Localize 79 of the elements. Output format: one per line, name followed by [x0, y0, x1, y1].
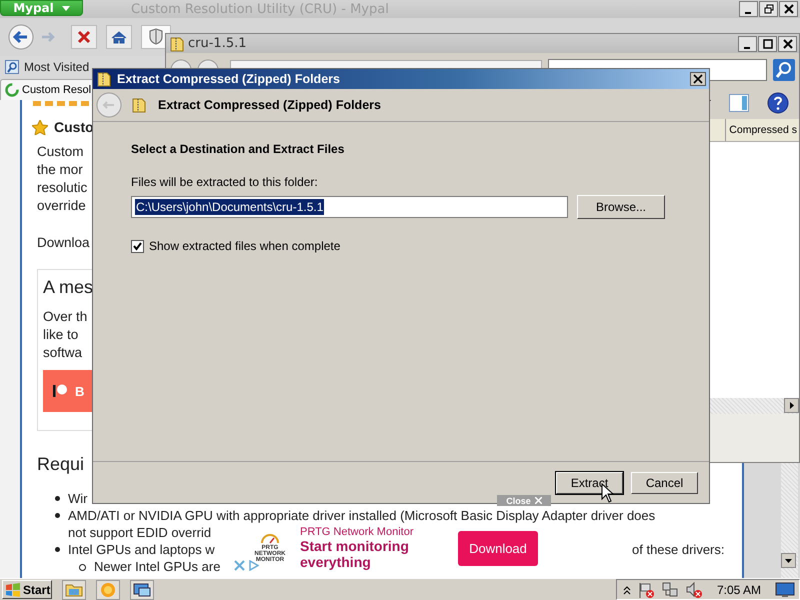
minimize-icon — [744, 46, 750, 48]
bookmark-item[interactable]: Most Visited — [5, 60, 90, 74]
close-icon — [784, 4, 794, 14]
back-button[interactable] — [8, 24, 34, 50]
paragraph-text: Over th — [43, 308, 88, 326]
star-icon — [32, 120, 48, 134]
paragraph-text: softwa — [43, 344, 84, 362]
message-heading: A mes — [43, 276, 94, 298]
rating-strip-drawing — [33, 101, 91, 107]
path-field[interactable]: C:\Users\john\Documents\cru-1.5.1 — [131, 196, 568, 218]
field-label: Files will be extracted to this folder: — [131, 175, 318, 189]
remote-desktop-icon[interactable] — [130, 580, 154, 600]
paragraph-text: Custom — [37, 143, 85, 161]
section-heading: Select a Destination and Extract Files — [131, 142, 344, 156]
home-button[interactable] — [106, 25, 132, 49]
dialog-button[interactable]: Extract — [556, 472, 623, 494]
flag-icon[interactable] — [636, 580, 655, 598]
site-identity-button[interactable] — [141, 25, 171, 49]
bullet-icon — [55, 547, 60, 552]
gauge-icon — [261, 534, 279, 544]
close-button[interactable] — [690, 72, 706, 86]
chevron-icon[interactable] — [622, 584, 631, 594]
paragraph-text: Downloa — [37, 234, 90, 252]
start-button[interactable]: Start — [2, 580, 52, 599]
bullet-icon — [79, 564, 86, 571]
list-item-text: Wir — [68, 491, 88, 506]
logo-icon — [53, 384, 67, 398]
dialog-header: Extract Compressed (Zipped) Folders — [158, 98, 381, 112]
ad-headline: Start monitoring everything — [300, 538, 410, 570]
paragraph-text: the mor — [37, 161, 84, 179]
minimize-button[interactable] — [738, 36, 757, 52]
list-item-text: AMD/ATI or NVIDIA GPU with appropriate driver installed (Microsoft Basic Display Adapter driver does — [68, 508, 656, 523]
paragraph-text: resolutic — [37, 179, 88, 197]
bullet-icon — [55, 496, 60, 501]
zip-folder-icon — [97, 71, 111, 87]
paragraph-text: like to — [43, 326, 80, 344]
list-item-text: not support EDID overrid — [68, 525, 212, 540]
clock[interactable]: 7:05 AM — [716, 582, 761, 596]
maximize-icon — [762, 39, 772, 49]
network-icon[interactable] — [660, 580, 679, 598]
zip-folder-icon — [132, 97, 146, 113]
show-desktop-icon[interactable] — [775, 582, 795, 598]
restore-icon — [764, 4, 774, 14]
minimize-icon — [744, 12, 750, 14]
bullet-icon — [55, 513, 60, 518]
windows-logo-icon — [5, 582, 21, 596]
speaker-icon[interactable] — [684, 580, 703, 598]
caret-icon — [62, 6, 70, 10]
download-button[interactable]: Download — [458, 530, 538, 566]
section-heading: Requi — [37, 453, 84, 475]
browse-button[interactable]: Browse... — [577, 195, 665, 219]
scroll-right-icon[interactable] — [784, 398, 799, 414]
heading: Custo — [54, 119, 94, 135]
folder-icon[interactable] — [62, 580, 86, 600]
search-button[interactable] — [773, 58, 795, 80]
loading-icon — [5, 83, 19, 97]
close-button[interactable] — [778, 36, 797, 52]
close-button[interactable] — [779, 1, 798, 17]
minimize-button[interactable] — [739, 1, 758, 17]
ad-brand: PRTG Network Monitor — [300, 526, 414, 538]
list-item-text: Intel GPUs and laptops w — [68, 541, 215, 558]
checkbox-label: Show extracted files when complete — [149, 239, 340, 253]
column-header[interactable]: Compressed s — [725, 119, 799, 141]
help-button[interactable] — [767, 92, 789, 114]
close-icon — [534, 497, 542, 504]
close-icon — [782, 39, 792, 49]
list-item-text: of these drivers: — [632, 541, 724, 558]
restore-button[interactable] — [759, 1, 778, 17]
dialog-button[interactable]: Cancel — [631, 472, 698, 494]
window-title: cru-1.5.1 — [188, 36, 248, 51]
scroll-down-icon[interactable] — [781, 553, 798, 568]
zip-folder-icon — [170, 36, 184, 52]
maximize-button[interactable] — [758, 36, 777, 52]
checkbox[interactable] — [131, 240, 144, 252]
stop-button[interactable] — [71, 25, 97, 49]
list-item-text: Newer Intel GPUs are — [94, 559, 220, 574]
bookmarks-icon — [5, 60, 19, 74]
paragraph-text: override — [37, 197, 87, 215]
preview-pane-button[interactable] — [729, 94, 749, 112]
